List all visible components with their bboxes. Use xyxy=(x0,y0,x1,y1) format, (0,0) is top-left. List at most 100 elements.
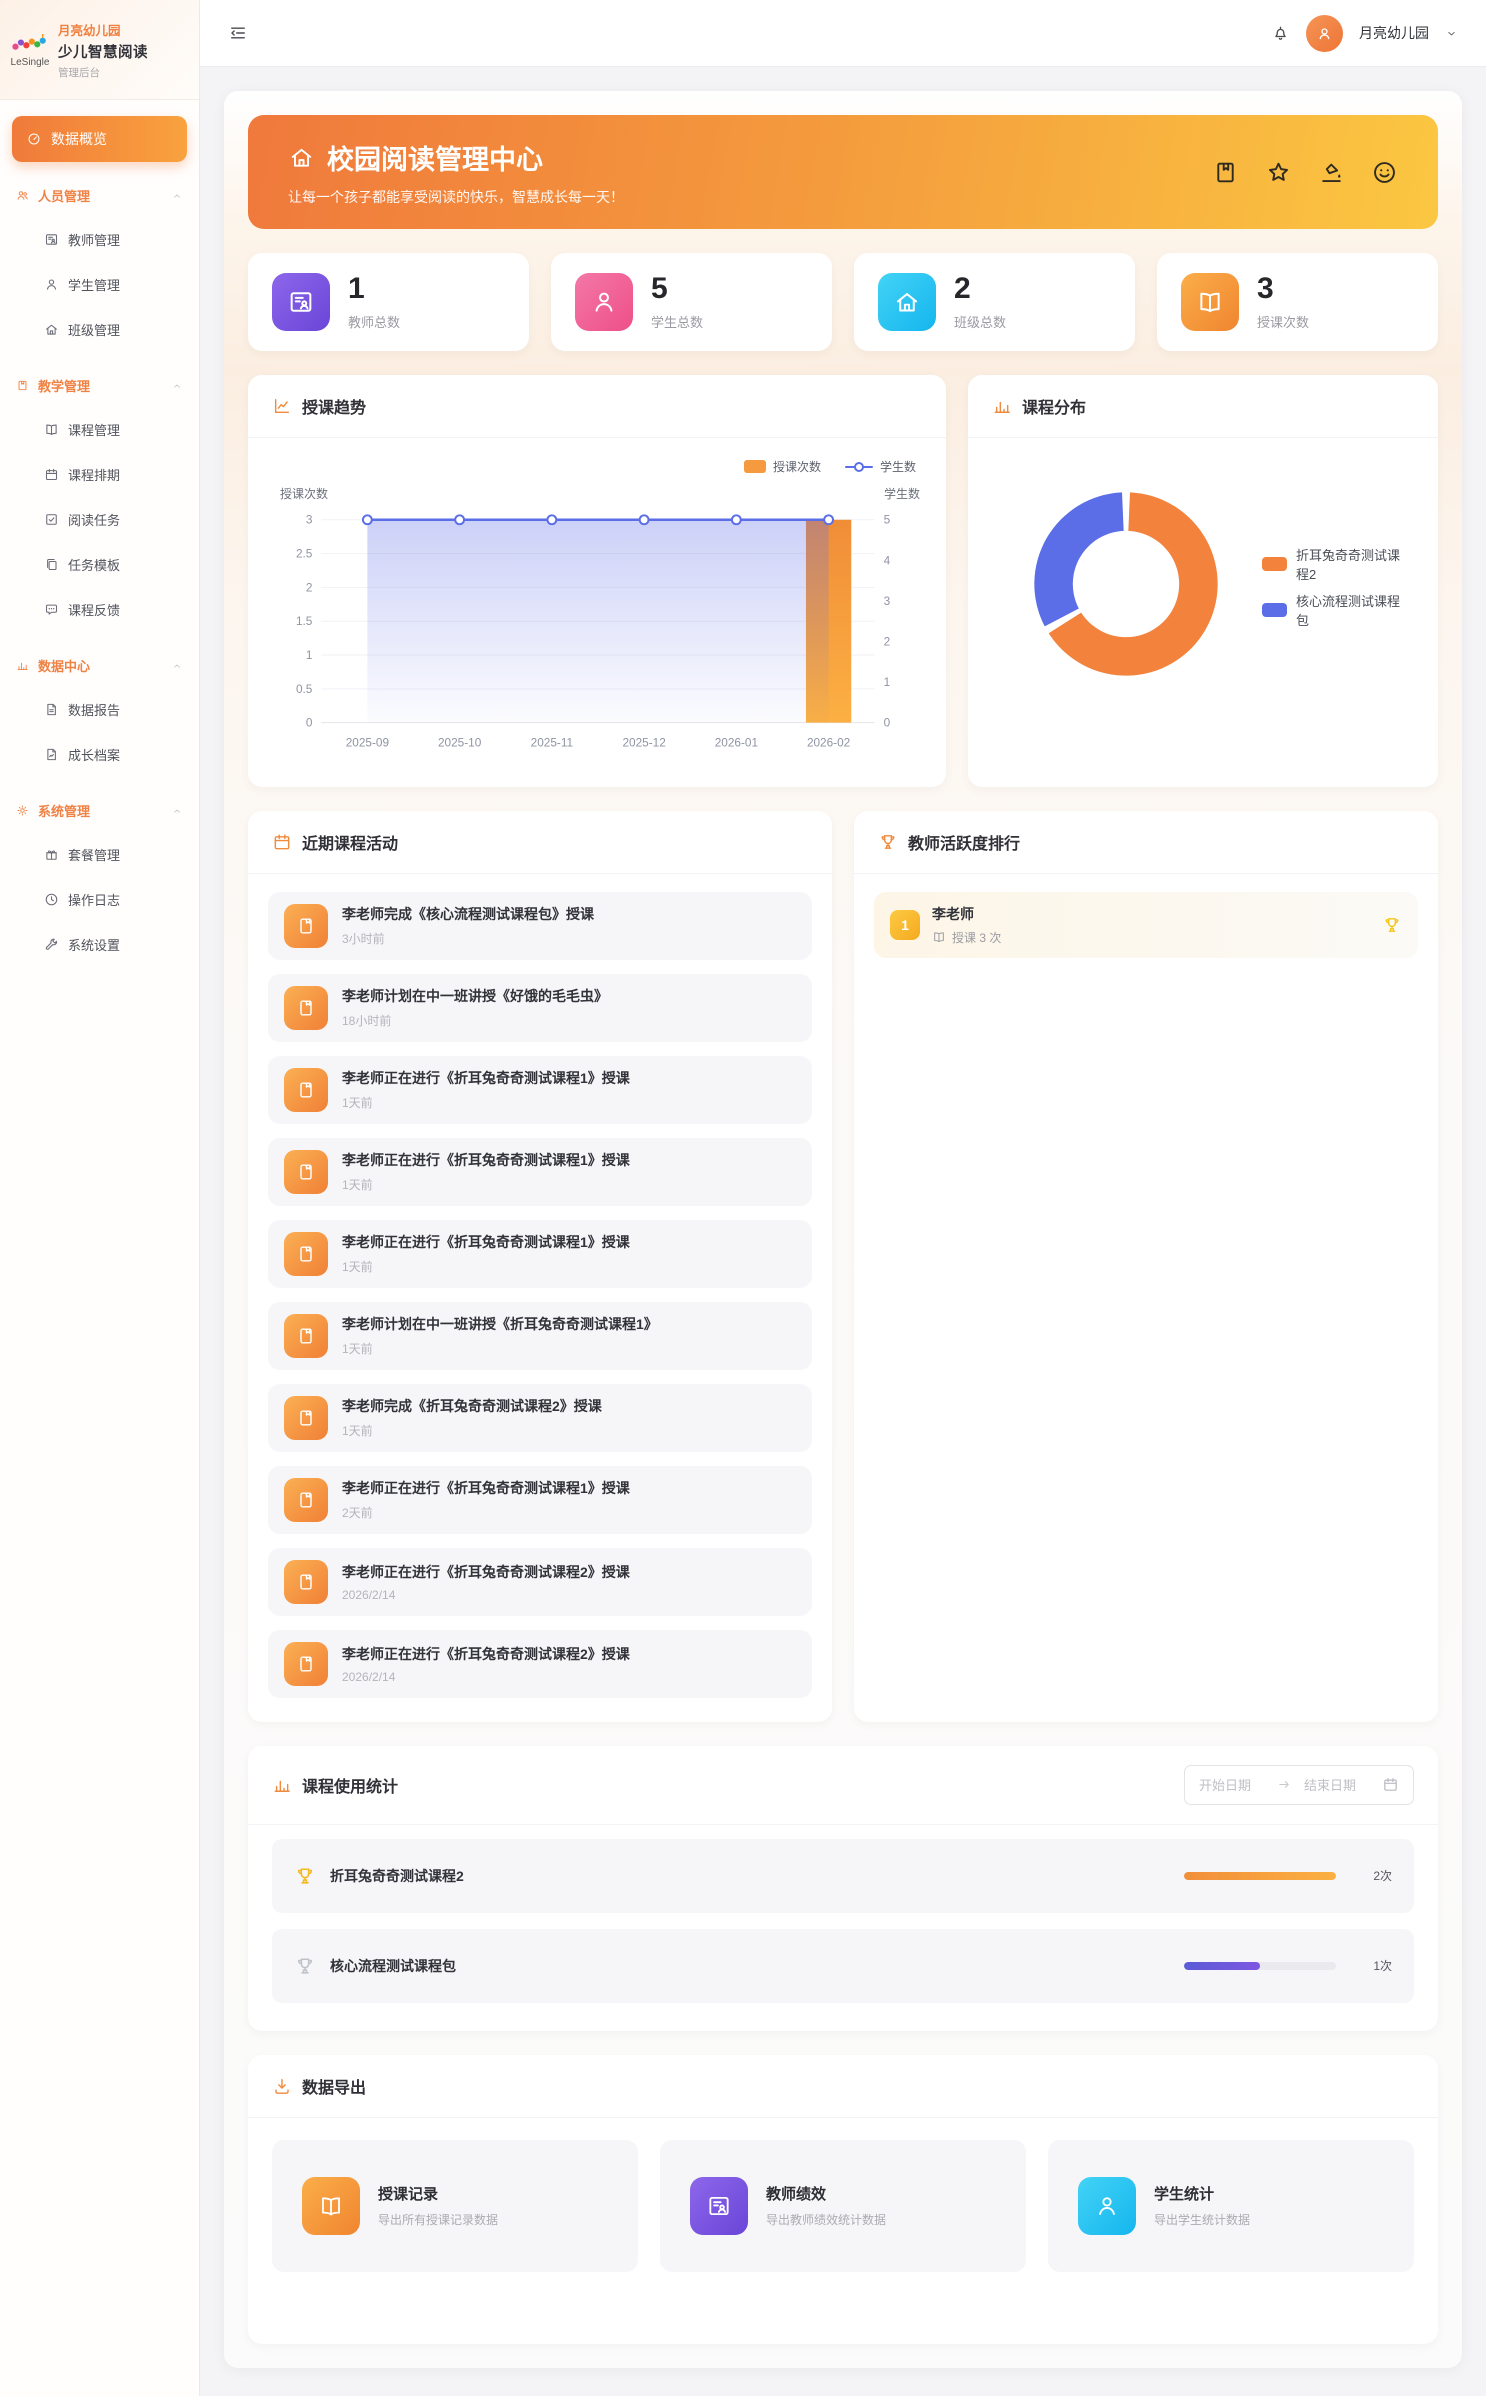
export-title: 数据导出 xyxy=(302,2074,366,2098)
sidebar-item[interactable]: 课程管理 xyxy=(0,407,199,452)
student-icon xyxy=(1094,2193,1120,2219)
svg-text:0: 0 xyxy=(306,716,313,730)
stat-icon-tile xyxy=(878,273,936,331)
sidebar-section[interactable]: 人员管理 xyxy=(0,174,199,217)
activity-time: 2026/2/14 xyxy=(342,1670,630,1684)
usage-row: 折耳兔奇奇测试课程22次 xyxy=(272,1839,1414,1913)
activity-text: 李老师完成《核心流程测试课程包》授课 xyxy=(342,904,594,924)
sidebar-item[interactable]: 课程反馈 xyxy=(0,587,199,632)
tablet-icon xyxy=(296,998,316,1018)
legend-item: 折耳兔奇奇测试课程2 xyxy=(1262,545,1412,583)
activity-text: 李老师正在进行《折耳兔奇奇测试课程2》授课 xyxy=(342,1562,630,1582)
content: 校园阅读管理中心 让每一个孩子都能享受阅读的快乐，智慧成长每一天！ 1教师总数5… xyxy=(200,67,1486,2396)
export-action-card[interactable]: 授课记录导出所有授课记录数据 xyxy=(272,2140,638,2272)
stat-value: 1 xyxy=(348,274,400,304)
activity-time: 1天前 xyxy=(342,1340,658,1357)
user-name[interactable]: 月亮幼儿园 xyxy=(1359,23,1429,43)
ranking-list: 1李老师授课 3 次 xyxy=(854,892,1438,958)
course-name: 核心流程测试课程包 xyxy=(330,1956,456,1976)
trophy-icon xyxy=(294,1955,316,1977)
export-icon-tile xyxy=(302,2177,360,2235)
sidebar-item[interactable]: 系统设置 xyxy=(0,922,199,967)
activity-info: 李老师完成《折耳兔奇奇测试课程2》授课1天前 xyxy=(342,1396,602,1439)
export-card-title: 授课记录 xyxy=(378,2183,498,2204)
activity-icon-tile xyxy=(284,1232,328,1276)
notification-bell-icon[interactable] xyxy=(1271,24,1290,43)
brand-line-1: 月亮幼儿园 xyxy=(58,20,148,39)
sidebar-item[interactable]: 成长档案 xyxy=(0,732,199,777)
sidebar-item[interactable]: 班级管理 xyxy=(0,307,199,352)
comment-icon xyxy=(44,602,59,617)
sidebar-item[interactable]: 操作日志 xyxy=(0,877,199,922)
gear-icon xyxy=(16,804,29,817)
tablet-icon xyxy=(296,1244,316,1264)
book-icon xyxy=(318,2193,344,2219)
sidebar-item-overview[interactable]: 数据概览 xyxy=(12,116,187,162)
tablet-icon xyxy=(296,1162,316,1182)
stat-label: 班级总数 xyxy=(954,312,1006,331)
tablet-icon xyxy=(296,1572,316,1592)
left-axis-title: 授课次数 xyxy=(280,485,328,502)
activity-item: 李老师正在进行《折耳兔奇奇测试课程1》授课2天前 xyxy=(268,1466,812,1534)
avatar-person-icon xyxy=(1315,24,1334,43)
activity-item: 李老师完成《核心流程测试课程包》授课3小时前 xyxy=(268,892,812,960)
sidebar-item[interactable]: 教师管理 xyxy=(0,217,199,262)
activity-info: 李老师正在进行《折耳兔奇奇测试课程1》授课1天前 xyxy=(342,1068,630,1111)
chevron-down-icon[interactable] xyxy=(1445,27,1458,40)
axis-titles: 授课次数 学生数 xyxy=(272,475,922,504)
sidebar-section[interactable]: 系统管理 xyxy=(0,789,199,832)
course-name: 折耳兔奇奇测试课程2 xyxy=(330,1866,464,1886)
export-action-card[interactable]: 教师绩效导出教师绩效统计数据 xyxy=(660,2140,1026,2272)
activity-icon-tile xyxy=(284,1478,328,1522)
legend-item: 核心流程测试课程包 xyxy=(1262,591,1412,629)
sidebar-item-label: 班级管理 xyxy=(68,320,120,339)
book-icon xyxy=(44,422,59,437)
sidebar-section[interactable]: 教学管理 xyxy=(0,364,199,407)
trend-legend: 授课次数 学生数 xyxy=(272,448,922,475)
export-action-card[interactable]: 学生统计导出学生统计数据 xyxy=(1048,2140,1414,2272)
star-icon xyxy=(1265,159,1292,186)
stat-icon-tile xyxy=(272,273,330,331)
topbar: 月亮幼儿园 xyxy=(200,0,1486,67)
sidebar-item-label: 任务模板 xyxy=(68,555,120,574)
activity-icon-tile xyxy=(284,904,328,948)
brand-area: LeSingle 月亮幼儿园 少儿智慧阅读 管理后台 xyxy=(0,0,199,100)
sidebar-item[interactable]: 套餐管理 xyxy=(0,832,199,877)
sidebar-item[interactable]: 数据报告 xyxy=(0,687,199,732)
activity-icon-tile xyxy=(284,1560,328,1604)
legend-label: 授课次数 xyxy=(773,458,821,475)
sidebar-item[interactable]: 阅读任务 xyxy=(0,497,199,542)
sidebar-item[interactable]: 学生管理 xyxy=(0,262,199,307)
student-icon xyxy=(44,277,59,292)
collapse-sidebar-icon[interactable] xyxy=(228,23,248,43)
legend-line-marker xyxy=(845,461,873,473)
legend-label: 学生数 xyxy=(880,458,916,475)
activity-text: 李老师正在进行《折耳兔奇奇测试课程1》授课 xyxy=(342,1150,630,1170)
svg-text:2: 2 xyxy=(306,580,313,594)
stats-row: 1教师总数5学生总数2班级总数3授课次数 xyxy=(248,253,1438,351)
wrench-icon xyxy=(44,937,59,952)
sidebar-item[interactable]: 任务模板 xyxy=(0,542,199,587)
activity-text: 李老师计划在中一班讲授《折耳兔奇奇测试课程1》 xyxy=(342,1314,658,1334)
sidebar-section[interactable]: 数据中心 xyxy=(0,644,199,687)
start-date-placeholder[interactable]: 开始日期 xyxy=(1199,1775,1265,1794)
activity-icon-tile xyxy=(284,1642,328,1686)
activity-text: 李老师计划在中一班讲授《好饿的毛毛虫》 xyxy=(342,986,608,1006)
activity-info: 李老师正在进行《折耳兔奇奇测试课程1》授课1天前 xyxy=(342,1232,630,1275)
legend-swatch xyxy=(1262,603,1287,617)
progress-track xyxy=(1184,1872,1336,1880)
student-icon xyxy=(590,288,618,316)
activity-list: 李老师完成《核心流程测试课程包》授课3小时前李老师计划在中一班讲授《好饿的毛毛虫… xyxy=(248,874,832,1722)
stat-info: 3授课次数 xyxy=(1257,274,1309,331)
book-icon xyxy=(1196,288,1224,316)
date-range-picker[interactable]: 开始日期 结束日期 xyxy=(1184,1765,1414,1805)
sidebar-item[interactable]: 课程排期 xyxy=(0,452,199,497)
home-icon xyxy=(288,144,315,171)
sidebar-item-label: 教师管理 xyxy=(68,230,120,249)
app-root: LeSingle 月亮幼儿园 少儿智慧阅读 管理后台 数据概览人员管理教师管理学… xyxy=(0,0,1486,2396)
right-axis-title: 学生数 xyxy=(884,485,920,502)
avatar[interactable] xyxy=(1306,15,1343,52)
stat-info: 1教师总数 xyxy=(348,274,400,331)
svg-text:2025-12: 2025-12 xyxy=(622,735,665,749)
end-date-placeholder[interactable]: 结束日期 xyxy=(1304,1775,1370,1794)
